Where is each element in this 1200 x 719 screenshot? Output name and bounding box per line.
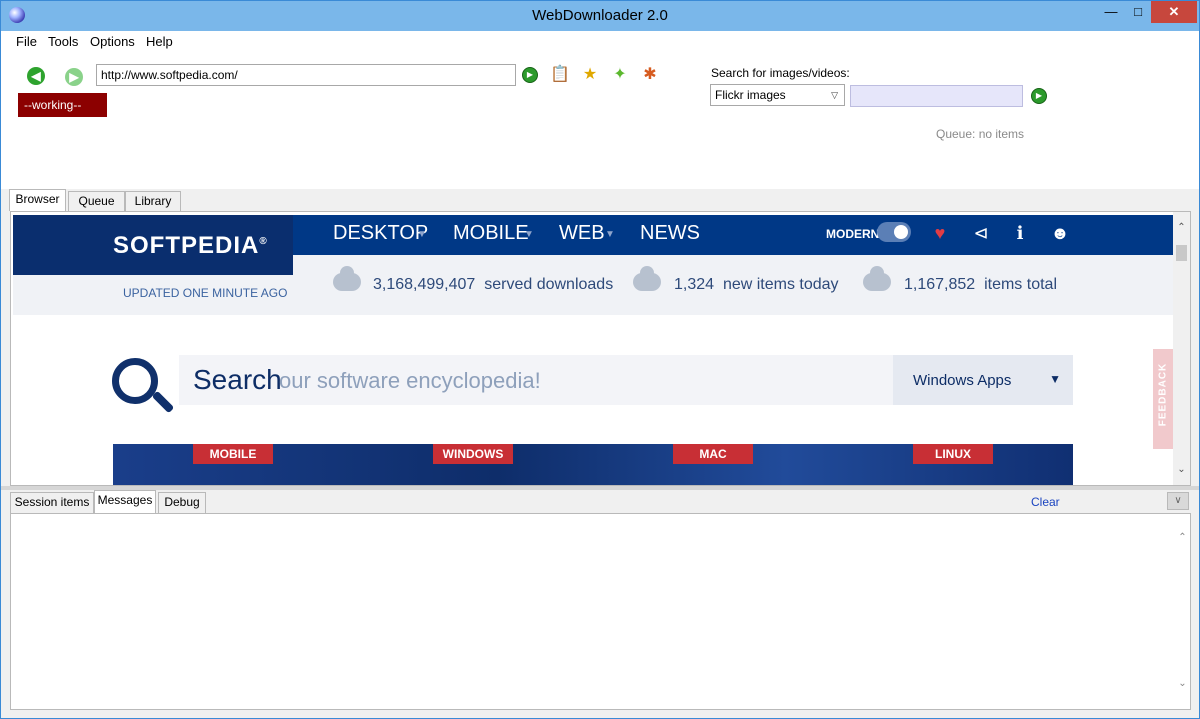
clear-link[interactable]: Clear: [1031, 495, 1060, 509]
site-nav-desktop[interactable]: DESKTOP: [333, 222, 428, 245]
tab-library[interactable]: Library: [125, 191, 181, 211]
feedback-tab[interactable]: FEEDBACK: [1153, 349, 1173, 449]
add-favorite-button[interactable]: ✦: [610, 65, 630, 85]
browser-view[interactable]: SOFTPEDIA® UPDATED ONE MINUTE AGO DESKTO…: [10, 211, 1191, 486]
site-logo-text: SOFTPEDIA: [113, 232, 260, 259]
search-magnifier-icon: [112, 358, 158, 404]
search-magnifier-handle: [151, 390, 175, 414]
site-nav-news[interactable]: NEWS: [640, 222, 700, 245]
tab-debug[interactable]: Debug: [158, 492, 206, 513]
tab-browser[interactable]: Browser: [9, 189, 66, 211]
category-mobile[interactable]: MOBILE: [193, 444, 273, 464]
queue-status: Queue: no items: [936, 127, 1025, 141]
stat-new-items: 1,324 new items today: [674, 276, 839, 294]
favorite-button[interactable]: ★: [580, 65, 600, 85]
stat-label: new items today: [722, 276, 839, 293]
site-nav-mobile[interactable]: MOBILE: [453, 222, 529, 245]
collapse-button[interactable]: ∨: [1167, 492, 1189, 510]
site-search-category-select[interactable]: Windows Apps ▼: [893, 355, 1073, 405]
stat-label: served downloads: [484, 276, 614, 293]
scroll-up-icon[interactable]: ⌃: [1174, 532, 1191, 543]
caret-down-icon: ▼: [524, 229, 534, 240]
status-indicator: --working--: [18, 93, 107, 117]
modern-toggle[interactable]: [877, 222, 911, 242]
title-bar[interactable]: WebDownloader 2.0 — □ ✕: [1, 1, 1199, 31]
tab-queue[interactable]: Queue: [68, 191, 125, 211]
info-icon[interactable]: ℹ: [1009, 222, 1031, 244]
forward-button[interactable]: ▶: [65, 68, 83, 86]
media-search-input[interactable]: [850, 85, 1023, 107]
tab-session-items[interactable]: Session items: [10, 492, 94, 513]
clipboard-icon: 📋: [550, 66, 570, 83]
scroll-up-icon[interactable]: ⌃: [1173, 222, 1190, 233]
share-icon[interactable]: ⊲: [970, 222, 992, 244]
stat-label: items total: [984, 276, 1057, 293]
stat-downloads: 3,168,499,407 served downloads: [373, 276, 613, 294]
tab-messages[interactable]: Messages: [94, 490, 156, 513]
menu-help[interactable]: Help: [146, 34, 173, 49]
site-updated-text: UPDATED ONE MINUTE AGO: [123, 286, 288, 300]
stat-value: 3,168,499,407: [373, 276, 476, 293]
caret-down-icon: ▼: [605, 229, 615, 240]
tools-button[interactable]: ✱: [640, 65, 660, 85]
app-window: WebDownloader 2.0 — □ ✕ File Tools Optio…: [0, 0, 1200, 719]
toolbar: ◀ ▶ ▶ 📋 ★ ✦ ✱ --working-- Search for ima…: [1, 53, 1199, 189]
site-search-label: Search: [193, 364, 282, 395]
category-mac[interactable]: MAC: [673, 444, 753, 464]
star-icon: ★: [582, 66, 598, 83]
site-search-placeholder: our software encyclopedia!: [279, 368, 541, 393]
url-input[interactable]: [96, 64, 516, 86]
caret-down-icon: ▼: [1049, 372, 1061, 386]
site-search-category: Windows Apps: [913, 372, 1012, 389]
minimize-button[interactable]: —: [1098, 1, 1124, 23]
star-add-icon: ✦: [613, 66, 627, 83]
scroll-down-icon[interactable]: ⌄: [1174, 678, 1191, 689]
arrow-left-icon: ◀: [31, 69, 41, 83]
cloud-upload-icon: [633, 266, 661, 291]
site-logo[interactable]: SOFTPEDIA®: [13, 215, 293, 275]
back-button[interactable]: ◀: [27, 67, 45, 85]
play-icon: ▶: [526, 70, 534, 79]
stat-value: 1,324: [674, 276, 715, 293]
lower-tabs: Session items Messages Debug Clear ∨: [1, 490, 1199, 513]
modern-label: MODERN: [826, 227, 880, 241]
wand-icon: ✱: [643, 66, 657, 83]
stat-value: 1,167,852: [904, 276, 976, 293]
category-linux[interactable]: LINUX: [913, 444, 993, 464]
window-title: WebDownloader 2.0: [532, 7, 668, 24]
user-icon[interactable]: ☻: [1049, 222, 1071, 244]
menu-file[interactable]: File: [16, 34, 37, 49]
scroll-thumb[interactable]: [1176, 245, 1187, 261]
menu-options[interactable]: Options: [90, 34, 135, 49]
maximize-button[interactable]: □: [1125, 1, 1151, 23]
stat-total-items: 1,167,852 items total: [904, 276, 1057, 294]
menu-tools[interactable]: Tools: [48, 34, 78, 49]
messages-panel[interactable]: ⌃ ⌄: [10, 513, 1191, 710]
arrow-right-icon: ▶: [69, 70, 79, 84]
search-source-value: Flickr images: [715, 88, 786, 102]
site-nav-web[interactable]: WEB: [559, 222, 605, 245]
play-icon: ▶: [1035, 91, 1043, 100]
cloud-icon: [863, 266, 891, 291]
double-chevron-down-icon: ∨: [1174, 495, 1182, 506]
search-label: Search for images/videos:: [711, 66, 850, 80]
messages-scrollbar[interactable]: ⌃ ⌄: [1174, 514, 1191, 709]
scroll-down-icon[interactable]: ⌄: [1173, 464, 1190, 475]
browser-scrollbar[interactable]: ⌃ ⌄: [1173, 212, 1190, 485]
clipboard-button[interactable]: 📋: [550, 65, 570, 85]
feedback-label: FEEDBACK: [1157, 362, 1169, 427]
main-tabs: Browser Queue Library: [1, 189, 1199, 211]
go-button[interactable]: ▶: [522, 67, 538, 83]
cloud-download-icon: [333, 266, 361, 291]
toggle-knob: [894, 225, 908, 239]
caret-down-icon: ▼: [417, 229, 427, 240]
site-logo-mark: ®: [259, 236, 268, 247]
search-go-button[interactable]: ▶: [1031, 88, 1047, 104]
chevron-down-icon: ▽: [831, 90, 838, 100]
menu-bar: File Tools Options Help: [1, 31, 1199, 53]
close-button[interactable]: ✕: [1151, 1, 1197, 23]
heart-icon[interactable]: ♥: [929, 222, 951, 244]
category-windows[interactable]: WINDOWS: [433, 444, 513, 464]
search-source-select[interactable]: Flickr images ▽: [710, 84, 845, 106]
